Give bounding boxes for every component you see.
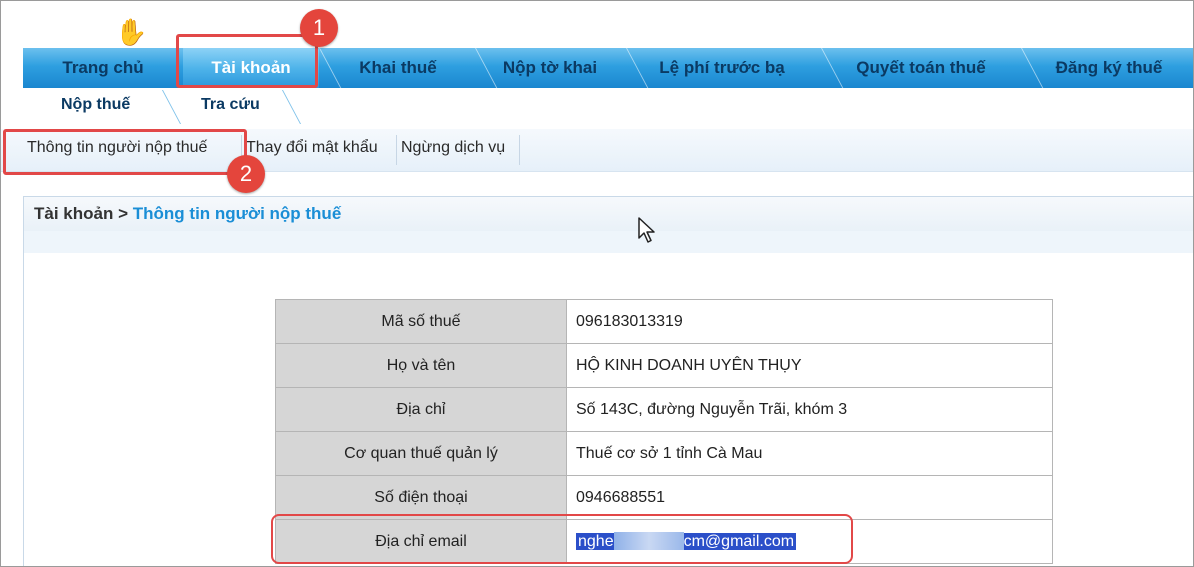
- row-value: HỘ KINH DOANH UYÊN THỤY: [566, 343, 1053, 388]
- row-value: 096183013319: [566, 299, 1053, 344]
- breadcrumb-bar: Tài khoản > Thông tin người nộp thuế: [23, 196, 1193, 231]
- subtab-separator: [161, 90, 182, 124]
- sub-tab-bar: Nộp thuế Tra cứu: [23, 88, 1193, 126]
- breadcrumb: Tài khoản > Thông tin người nộp thuế: [34, 204, 341, 224]
- tab-khai-thue[interactable]: Khai thuế: [323, 48, 473, 88]
- row-value: Thuế cơ sở 1 tỉnh Cà Mau: [566, 431, 1053, 476]
- tab-dang-ky-thue[interactable]: Đăng ký thuế: [1023, 48, 1193, 88]
- subtab-separator: [281, 90, 302, 124]
- table-row: Số điện thoại 0946688551: [275, 475, 1053, 520]
- row-label: Họ và tên: [275, 343, 567, 388]
- row-label: Địa chỉ: [275, 387, 567, 432]
- panel-strip: [23, 231, 1193, 253]
- table-row: Địa chỉ Số 143C, đường Nguyễn Trãi, khóm…: [275, 387, 1053, 432]
- breadcrumb-root[interactable]: Tài khoản: [34, 204, 113, 223]
- browser-page: ✋ Trang chủ Tài khoản Khai thuế Nộp tờ k…: [0, 0, 1194, 567]
- menu-thay-doi-mat-khau[interactable]: Thay đổi mật khẩu: [246, 139, 378, 157]
- subtab-nop-thue[interactable]: Nộp thuế: [61, 96, 130, 114]
- highlight-email-row: [271, 514, 853, 564]
- table-row: Cơ quan thuế quản lý Thuế cơ sở 1 tỉnh C…: [275, 431, 1053, 476]
- highlight-tai-khoan: [176, 34, 318, 88]
- menu-separator: [519, 135, 520, 165]
- table-row: Mã số thuế 096183013319: [275, 299, 1053, 344]
- mouse-pointer-icon: [638, 217, 655, 243]
- menu-ngung-dich-vu[interactable]: Ngừng dịch vụ: [401, 139, 505, 157]
- highlight-thong-tin: [3, 129, 247, 175]
- breadcrumb-current: Thông tin người nộp thuế: [132, 204, 342, 223]
- row-label: Cơ quan thuế quản lý: [275, 431, 567, 476]
- breadcrumb-separator: >: [118, 204, 129, 223]
- step-badge-1: 1: [300, 9, 338, 47]
- subtab-tra-cuu[interactable]: Tra cứu: [201, 96, 260, 114]
- tab-nop-to-khai[interactable]: Nộp tờ khai: [475, 48, 625, 88]
- menu-separator: [396, 135, 397, 165]
- table-row: Họ và tên HỘ KINH DOANH UYÊN THỤY: [275, 343, 1053, 388]
- tab-le-phi-truoc-ba[interactable]: Lệ phí trước bạ: [625, 48, 819, 88]
- row-label: Số điện thoại: [275, 475, 567, 520]
- tab-quyet-toan-thue[interactable]: Quyết toán thuế: [819, 48, 1023, 88]
- row-value: 0946688551: [566, 475, 1053, 520]
- step-badge-2: 2: [227, 155, 265, 193]
- tab-trang-chu[interactable]: Trang chủ: [23, 48, 183, 88]
- hand-cursor-icon: ✋: [115, 17, 148, 47]
- row-label: Mã số thuế: [275, 299, 567, 344]
- row-value: Số 143C, đường Nguyễn Trãi, khóm 3: [566, 387, 1053, 432]
